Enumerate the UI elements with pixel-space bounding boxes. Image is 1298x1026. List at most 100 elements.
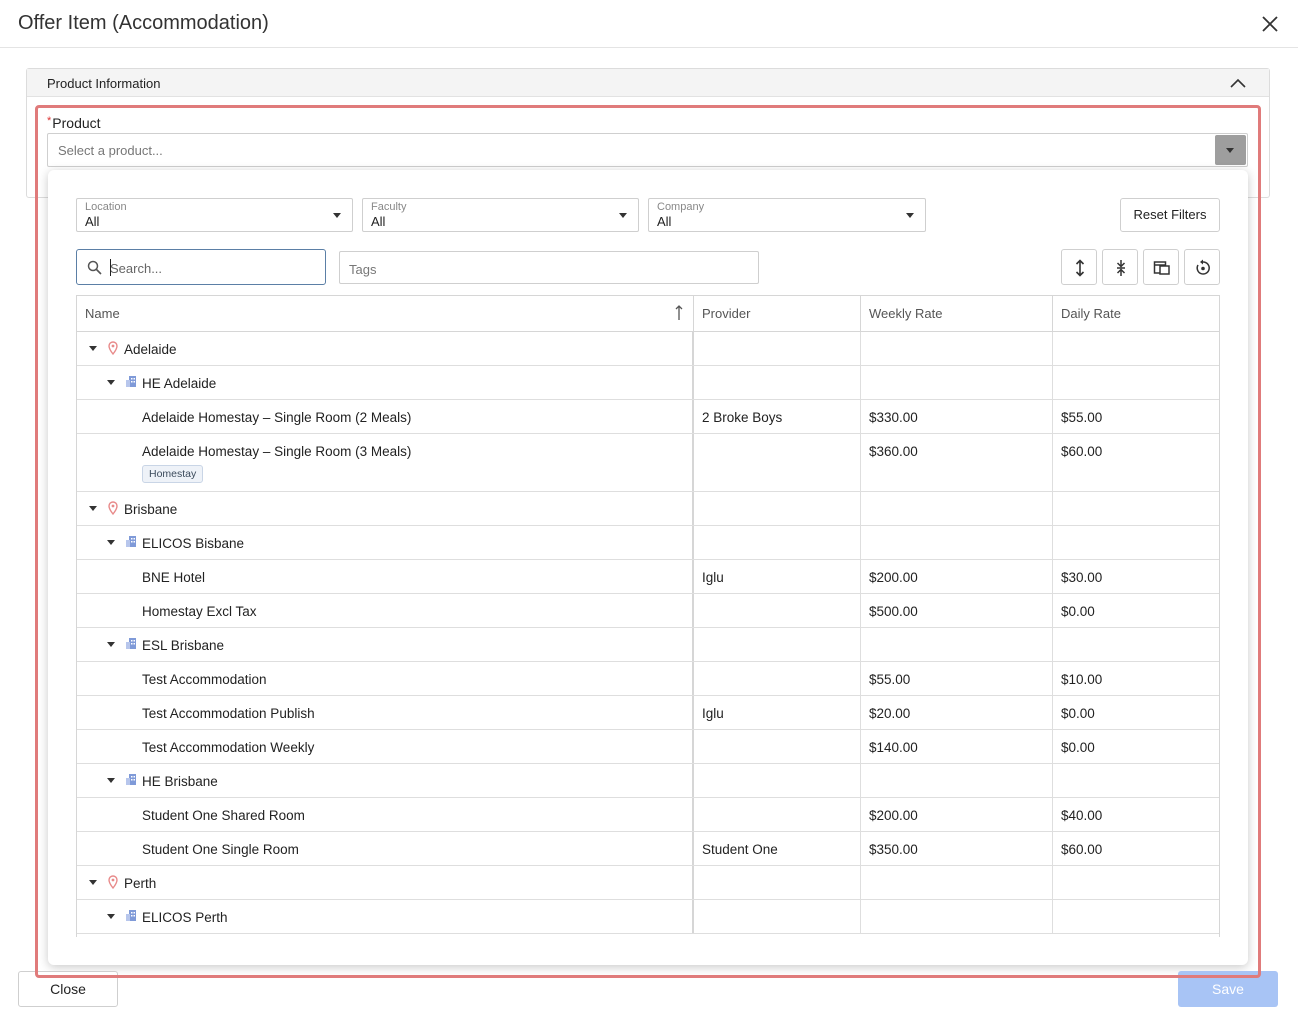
tag-badge: Homestay [142,465,204,483]
provider-cell-value: Iglu [702,706,724,721]
chevron-down-icon [906,213,914,218]
table-row[interactable]: Homestay Excl Tax $500.00 $0.00 [77,594,1219,628]
row-name: Adelaide Homestay – Single Room (2 Meals… [142,410,412,425]
group-row-location[interactable]: Perth [77,866,1219,900]
daily-rate-cell: $0.00 [1053,594,1219,627]
daily-rate-cell-value: $55.00 [1061,410,1103,425]
daily-rate-cell [1053,332,1219,365]
provider-cell: Iglu [694,560,861,593]
weekly-rate-cell: $360.00 [861,434,1053,491]
expand-toggle-icon[interactable] [107,380,115,385]
group-row-location[interactable]: Adelaide [77,332,1219,366]
weekly-rate-cell [861,900,1053,933]
sort-ascending-icon[interactable] [675,305,683,321]
weekly-rate-cell: $200.00 [861,560,1053,593]
collapse-all-button[interactable] [1102,249,1138,285]
table-row[interactable]: Test Accommodation Publish Iglu $20.00 $0.0… [77,696,1219,730]
company-filter[interactable]: Company All [648,198,926,232]
product-select[interactable]: Select a product... [47,133,1248,167]
name-cell: Adelaide Homestay – Single Room (3 Meals… [77,434,694,491]
table-row[interactable]: Test Accommodation $55.00 $10.00 [77,662,1219,696]
weekly-rate-cell: $55.00 [861,662,1053,695]
reset-filters-button[interactable]: Reset Filters [1120,198,1220,232]
expand-toggle-icon[interactable] [89,506,97,511]
group-row-location[interactable]: Brisbane [77,492,1219,526]
group-row-faculty[interactable]: HE Adelaide [77,366,1219,400]
expand-toggle-icon[interactable] [107,914,115,919]
name-cell: Student One Single Room [77,832,694,865]
close-icon[interactable] [1258,12,1282,36]
row-name: Adelaide Homestay – Single Room (3 Meals… [142,444,412,459]
weekly-rate-cell: $350.00 [861,832,1053,865]
table-row[interactable]: Student One Single Room Student One $350.0… [77,832,1219,866]
provider-cell [694,798,861,831]
faculty-filter[interactable]: Faculty All [362,198,639,232]
search-input[interactable] [110,258,310,278]
daily-rate-cell-value: $10.00 [1061,672,1103,687]
daily-rate-cell [1053,492,1219,525]
weekly-rate-cell-value: $20.00 [869,706,911,721]
row-name: HE Adelaide [142,376,217,391]
daily-rate-cell [1053,900,1219,933]
table-row[interactable]: Adelaide Homestay – Single Room (2 Meals… [77,400,1219,434]
daily-rate-cell: $55.00 [1053,400,1219,433]
name-cell: Test Accommodation Weekly [77,730,694,763]
weekly-rate-cell [861,492,1053,525]
name-cell: Perth [77,866,694,899]
name-cell: Adelaide [77,332,694,365]
table-row[interactable]: Test Accommodation Weekly $140.00 $0.00 [77,730,1219,764]
weekly-rate-cell-value: $500.00 [869,604,918,619]
expand-toggle-icon[interactable] [107,540,115,545]
product-label: *Product [47,115,101,131]
modal-title: Offer Item (Accommodation) [18,12,269,34]
daily-rate-cell [1053,526,1219,559]
faculty-filter-label: Faculty [371,201,407,213]
tags-input[interactable] [349,260,729,278]
group-row-faculty[interactable]: HE Brisbane [77,764,1219,798]
grid-header: Name Provider Weekly Rate Daily Rate [77,296,1219,332]
expand-all-button[interactable] [1061,249,1097,285]
daily-rate-cell-value: $0.00 [1061,740,1095,755]
expand-toggle-icon[interactable] [107,642,115,647]
name-cell: HE Brisbane [77,764,694,797]
provider-cell-value: 2 Broke Boys [702,410,783,425]
column-header-daily-rate[interactable]: Daily Rate [1053,296,1219,331]
daily-rate-cell: $60.00 [1053,434,1219,491]
building-icon [125,909,137,925]
provider-cell [694,900,861,933]
location-filter[interactable]: Location All [76,198,353,232]
column-chooser-button[interactable] [1143,249,1179,285]
name-cell: Adelaide Homestay – Single Room (2 Meals… [77,400,694,433]
provider-cell [694,730,861,763]
product-dropdown-button[interactable] [1215,135,1246,165]
expand-toggle-icon[interactable] [107,778,115,783]
daily-rate-cell-value: $30.00 [1061,570,1103,585]
provider-cell [694,662,861,695]
column-header-name[interactable]: Name [77,296,694,331]
section-header[interactable]: Product Information [27,69,1269,97]
provider-cell-value: Iglu [702,570,724,585]
product-placeholder: Select a product... [58,143,163,158]
group-row-faculty[interactable]: ELICOS Bisbane [77,526,1219,560]
column-header-provider[interactable]: Provider [694,296,861,331]
group-row-faculty[interactable]: ESL Brisbane [77,628,1219,662]
provider-cell [694,492,861,525]
daily-rate-cell: $40.00 [1053,798,1219,831]
close-button[interactable]: Close [18,971,118,1007]
daily-rate-cell [1053,366,1219,399]
section-title: Product Information [47,76,161,91]
daily-rate-cell: $30.00 [1053,560,1219,593]
table-row[interactable]: Student One Shared Room $200.00 $40.00 [77,798,1219,832]
reset-view-button[interactable] [1184,249,1220,285]
provider-cell-value: Student One [702,842,778,857]
group-row-faculty[interactable]: ELICOS Perth [77,900,1219,934]
search-box[interactable] [76,249,326,285]
tags-field[interactable] [339,251,759,284]
column-header-weekly-rate[interactable]: Weekly Rate [861,296,1053,331]
chevron-up-icon[interactable] [1229,76,1247,90]
expand-toggle-icon[interactable] [89,346,97,351]
expand-toggle-icon[interactable] [89,880,97,885]
save-button[interactable]: Save [1178,971,1278,1007]
table-row[interactable]: BNE Hotel Iglu $200.00 $30.00 [77,560,1219,594]
table-row[interactable]: Adelaide Homestay – Single Room (3 Meals… [77,434,1219,492]
